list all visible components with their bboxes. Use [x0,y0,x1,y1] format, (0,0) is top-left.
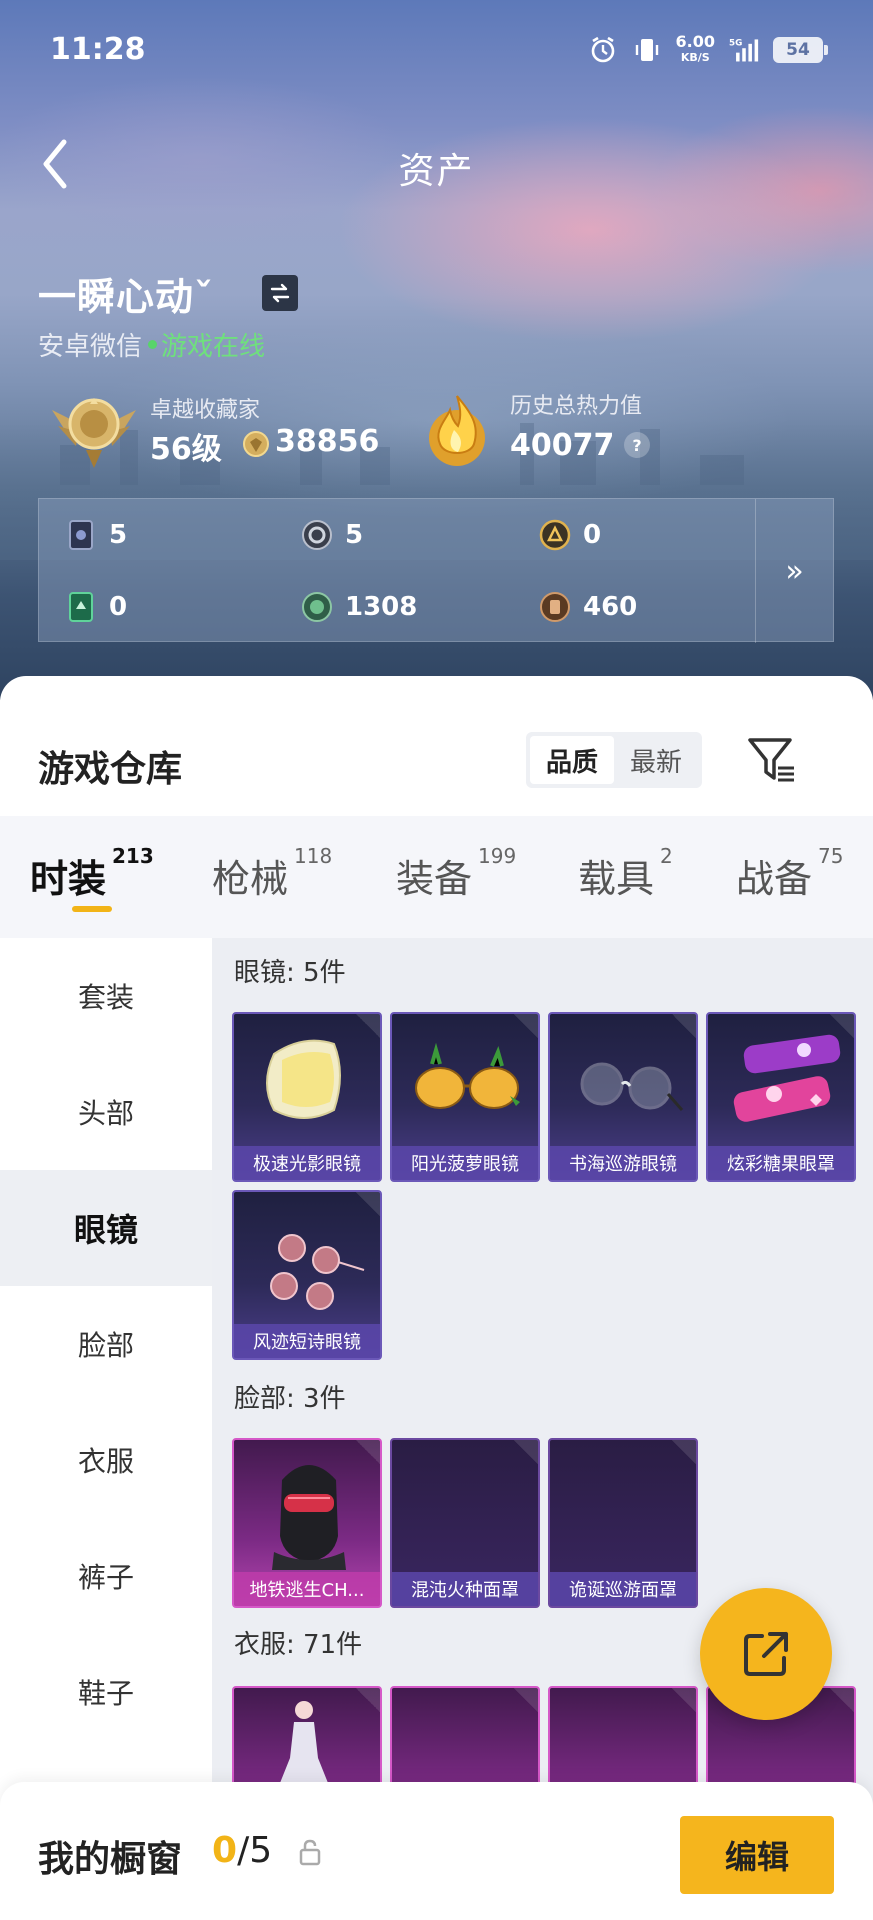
swap-icon [270,283,290,303]
currency-item: 1308 [301,591,417,623]
sort-toggle: 品质 最新 [526,732,702,788]
bronze-coin-icon [539,591,571,623]
warehouse-title: 游戏仓库 [38,749,183,790]
player-name: 一瞬心动ˇ [38,275,215,319]
tab-equipment[interactable]: 装备199 [396,844,516,903]
sub-category-sidebar: 套装 头部 眼镜 脸部 衣服 裤子 鞋子 [0,938,212,1920]
currency-more-button[interactable]: » [755,499,833,643]
tab-vehicles[interactable]: 载具2 [578,844,673,903]
tab-fashion[interactable]: 时装213 [30,844,154,903]
showcase-label: 我的橱窗 [38,1839,183,1880]
category-tabs: 时装213 枪械118 装备199 载具2 战备75 [0,816,873,938]
green-card-icon [65,591,97,623]
hero-background: 11:28 6.00KB/S 5G 54 资产 一瞬心动ˇ 安卓微信 游戏在线 [0,0,873,700]
player-status-line: 安卓微信 游戏在线 [38,326,265,363]
sidebar-item-shoes[interactable]: 鞋子 [0,1634,212,1750]
warehouse-panel: 游戏仓库 品质 最新 时装213 枪械118 装备199 载具2 战备75 套装… [0,676,873,1920]
currency-item: 460 [539,591,637,623]
sidebar-item-glasses[interactable]: 眼镜 [0,1170,212,1286]
active-tab-indicator [72,906,112,912]
network-speed: 6.00 KB/S [675,32,715,65]
green-orb-icon [301,591,333,623]
item-card[interactable]: 混沌火种面罩 [390,1438,540,1608]
share-button[interactable] [700,1588,832,1720]
section-title-clothes: 衣服: 71件 [234,1630,363,1660]
item-card[interactable]: 地铁逃生CH... [232,1438,382,1608]
section-title-glasses: 眼镜: 5件 [234,958,346,988]
share-icon [744,1632,788,1676]
sidebar-item-face[interactable]: 脸部 [0,1286,212,1402]
collector-coin-icon [242,430,270,458]
currency-item: 0 [539,519,601,551]
card-icon [65,519,97,551]
filter-icon [748,738,794,782]
heat-value: 40077 [510,428,615,463]
switch-account-button[interactable] [262,275,298,311]
page-title: 资产 [398,151,475,192]
item-card[interactable]: 炫彩糖果眼罩 [706,1012,856,1182]
gold-coin-icon [539,519,571,551]
section-title-face: 脸部: 3件 [234,1384,346,1414]
sidebar-item-clothes[interactable]: 衣服 [0,1402,212,1518]
item-card[interactable]: 风迹短诗眼镜 [232,1190,382,1360]
silver-coin-icon [301,519,333,551]
item-card[interactable]: 诡诞巡游面罩 [548,1438,698,1608]
nav-bar: 资产 [0,120,873,210]
item-name: 诡诞巡游面罩 [550,1572,696,1606]
collector-points: 38856 [275,424,380,459]
item-name: 地铁逃生CH... [234,1572,380,1606]
sort-quality[interactable]: 品质 [530,736,614,784]
sidebar-item-outfits[interactable]: 套装 [0,938,212,1054]
item-card[interactable]: 书海巡游眼镜 [548,1012,698,1182]
vibrate-icon [632,35,662,65]
platform-label: 安卓微信 [38,332,143,362]
lock-icon [298,1838,322,1866]
item-name: 阳光菠萝眼镜 [392,1146,538,1180]
tab-weapons[interactable]: 枪械118 [212,844,332,903]
items-grid: 眼镜: 5件 极速光影眼镜 阳光菠萝眼镜 书海巡游眼镜 炫彩糖果眼罩 风迹短诗眼… [212,938,873,1920]
level-value: 56级 [150,432,222,467]
tab-supplies[interactable]: 战备75 [736,844,843,903]
status-bar: 11:28 6.00 KB/S 5G 54 [0,0,873,104]
currency-item: 5 [301,519,363,551]
currency-panel[interactable]: 5 5 0 0 1308 460 » [38,498,834,643]
currency-item: 5 [65,519,127,551]
item-card[interactable]: 极速光影眼镜 [232,1012,382,1182]
sort-newest[interactable]: 最新 [614,736,698,784]
item-name: 混沌火种面罩 [392,1572,538,1606]
help-button[interactable]: ? [624,432,650,458]
battery-indicator: 54 [773,37,828,63]
heat-label: 历史总热力值 [510,394,643,419]
sidebar-item-head[interactable]: 头部 [0,1054,212,1170]
showcase-bar: 我的橱窗 0/5 编辑 [0,1782,873,1920]
showcase-count: 0/5 [212,1830,273,1871]
alarm-icon [588,35,618,65]
collector-medal-icon [46,388,142,470]
level-label: 卓越收藏家 [150,398,261,423]
online-dot [148,340,158,349]
item-name: 炫彩糖果眼罩 [708,1146,854,1180]
online-status: 游戏在线 [161,332,266,362]
currency-item: 0 [65,591,127,623]
edit-button[interactable]: 编辑 [680,1816,834,1894]
item-name: 风迹短诗眼镜 [234,1324,380,1358]
status-time: 11:28 [50,32,146,67]
item-name: 书海巡游眼镜 [550,1146,696,1180]
item-card[interactable]: 阳光菠萝眼镜 [390,1012,540,1182]
signal-5g-icon: 5G [729,35,759,65]
item-name: 极速光影眼镜 [234,1146,380,1180]
svg-text:5G: 5G [729,39,742,49]
flame-icon [424,390,490,470]
filter-button[interactable] [742,730,802,790]
sidebar-item-pants[interactable]: 裤子 [0,1518,212,1634]
